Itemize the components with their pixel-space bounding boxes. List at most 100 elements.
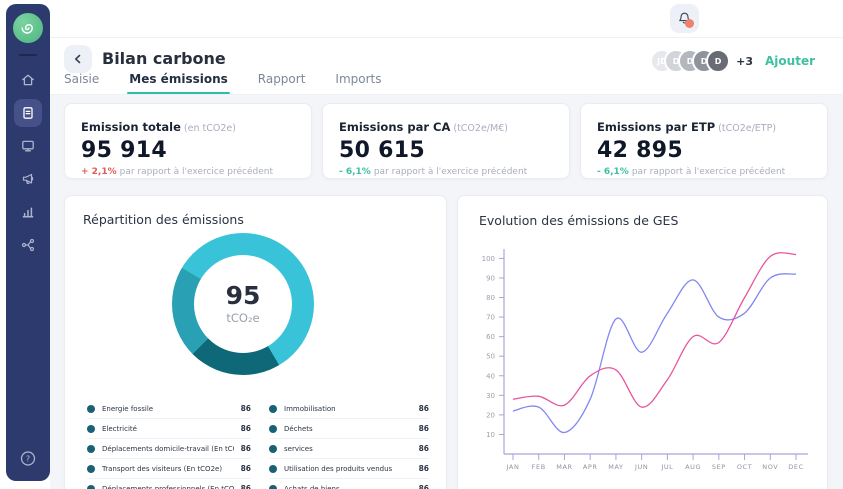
kpi-delta: + 2,1% — [81, 167, 117, 177]
legend-item: Energie fossile86 — [87, 399, 251, 419]
legend-item: Déplacements domicile-travail (En tCO2e)… — [87, 439, 251, 459]
bar-chart-icon — [20, 204, 36, 220]
legend-value: 86 — [419, 484, 429, 489]
donut-chart: 95 tCO₂e — [172, 233, 314, 375]
donut-chart-title: Répartition des émissions — [83, 212, 244, 227]
legend-item: Immobilisation 86 — [269, 399, 429, 419]
home-icon — [20, 72, 36, 88]
legend-item: Utilisation des produits vendus86 — [269, 459, 429, 479]
kpi-unit: (en tCO2e) — [184, 123, 236, 134]
kpi-delta: - 6,1% — [597, 167, 629, 177]
sidebar-item-analytics[interactable] — [14, 198, 42, 226]
help-icon: ? — [20, 450, 37, 467]
svg-text:100: 100 — [482, 255, 495, 263]
hierarchy-icon — [20, 237, 36, 253]
chevron-left-icon — [72, 53, 84, 65]
page-header: Bilan carbone JDDDDD +3 Ajouter Saisie M… — [50, 39, 843, 95]
legend-value: 86 — [241, 424, 251, 433]
legend-value: 86 — [241, 404, 251, 413]
svg-text:SEP: SEP — [712, 463, 726, 471]
svg-text:30: 30 — [486, 392, 495, 400]
chart-series-ligne-bleue — [513, 274, 796, 433]
svg-text:NOV: NOV — [762, 463, 778, 471]
legend-value: 86 — [241, 464, 251, 473]
kpi-value: 50 615 — [339, 138, 553, 163]
tab-saisie[interactable]: Saisie — [62, 72, 101, 94]
legend-value: 86 — [241, 444, 251, 453]
legend-value: 86 — [419, 464, 429, 473]
monitor-icon — [20, 138, 36, 154]
app-logo[interactable] — [13, 13, 43, 43]
kpi-title: Emissions par ETP — [597, 120, 715, 134]
avatar-group: JDDDDD +3 Ajouter — [650, 49, 815, 73]
kpi-note-text: par rapport à l'exercice précédent — [632, 167, 785, 177]
add-member-link[interactable]: Ajouter — [765, 54, 815, 68]
legend-item: Déchets86 — [269, 419, 429, 439]
legend-dot-icon — [269, 445, 277, 453]
tab-mes-emissions[interactable]: Mes émissions — [127, 72, 229, 94]
legend-dot-icon — [87, 425, 95, 433]
legend-value: 86 — [419, 404, 429, 413]
line-chart-card: Evolution des émissions de GES 102030405… — [457, 195, 828, 489]
svg-text:20: 20 — [486, 411, 495, 419]
donut-legend-right: Immobilisation86Déchets86services86Utili… — [269, 399, 429, 489]
legend-dot-icon — [269, 465, 277, 473]
legend-value: 86 — [241, 484, 251, 489]
legend-label: Déplacements domicile-travail (En tCO2e) — [102, 445, 234, 453]
kpi-value: 42 895 — [597, 138, 811, 163]
tab-rapport[interactable]: Rapport — [256, 72, 308, 94]
sidebar: ? — [6, 4, 50, 481]
legend-dot-icon — [269, 405, 277, 413]
legend-value: 86 — [419, 444, 429, 453]
page-title: Bilan carbone — [102, 49, 226, 68]
main-content: Emission totale(en tCO2e) 95 914 + 2,1%p… — [50, 95, 843, 489]
svg-text:60: 60 — [486, 333, 495, 341]
notification-badge — [685, 19, 694, 28]
svg-text:80: 80 — [486, 294, 495, 302]
sidebar-item-dashboard[interactable] — [14, 132, 42, 160]
legend-dot-icon — [269, 425, 277, 433]
sidebar-item-network[interactable] — [14, 231, 42, 259]
legend-label: Immobilisation — [284, 405, 412, 413]
kpi-card-emissions-par-ca: Emissions par CA(tCO2e/M€) 50 615 - 6,1%… — [322, 103, 570, 179]
svg-text:FEB: FEB — [532, 463, 546, 471]
notifications-button[interactable] — [670, 4, 699, 33]
help-button[interactable]: ? — [20, 450, 37, 467]
avatar-more-count: +3 — [736, 55, 753, 68]
svg-text:JAN: JAN — [506, 463, 520, 471]
document-icon — [20, 105, 36, 121]
legend-item: Achats de biens86 — [269, 479, 429, 489]
legend-dot-icon — [87, 445, 95, 453]
legend-item: Transport des visiteurs (En tCO2e) 86 — [87, 459, 251, 479]
kpi-card-emission-totale: Emission totale(en tCO2e) 95 914 + 2,1%p… — [64, 103, 312, 179]
sidebar-item-home[interactable] — [14, 66, 42, 94]
donut-chart-card: Répartition des émissions 95 tCO₂e Energ… — [64, 195, 447, 489]
donut-ring: 95 tCO₂e — [172, 233, 314, 375]
donut-center: 95 tCO₂e — [194, 255, 292, 353]
legend-dot-icon — [269, 485, 277, 489]
legend-item: Electricité86 — [87, 419, 251, 439]
legend-dot-icon — [87, 405, 95, 413]
svg-text:10: 10 — [486, 431, 495, 439]
kpi-note-text: par rapport à l'exercice précédent — [120, 167, 273, 177]
tab-imports[interactable]: Imports — [333, 72, 383, 94]
svg-text:MAY: MAY — [608, 463, 623, 471]
sidebar-divider — [19, 54, 37, 56]
kpi-unit: (tCO2e/M€) — [453, 123, 508, 134]
sidebar-item-documents[interactable] — [14, 99, 42, 127]
legend-label: Transport des visiteurs (En tCO2e) — [102, 465, 234, 473]
svg-text:AUG: AUG — [685, 463, 701, 471]
svg-text:70: 70 — [486, 314, 495, 322]
sidebar-item-campaigns[interactable] — [14, 165, 42, 193]
svg-text:MAR: MAR — [556, 463, 572, 471]
legend-label: Déplacements professionnels (En tCO2e) — [102, 485, 234, 489]
legend-dot-icon — [87, 485, 95, 489]
avatar[interactable]: D — [706, 49, 730, 73]
donut-center-unit: tCO₂e — [226, 311, 259, 325]
svg-text:DEC: DEC — [788, 463, 803, 471]
kpi-delta: - 6,1% — [339, 167, 371, 177]
legend-item: Déplacements professionnels (En tCO2e) 86 — [87, 479, 251, 489]
kpi-value: 95 914 — [81, 138, 295, 163]
legend-label: services — [284, 445, 412, 453]
back-button[interactable] — [64, 45, 92, 73]
